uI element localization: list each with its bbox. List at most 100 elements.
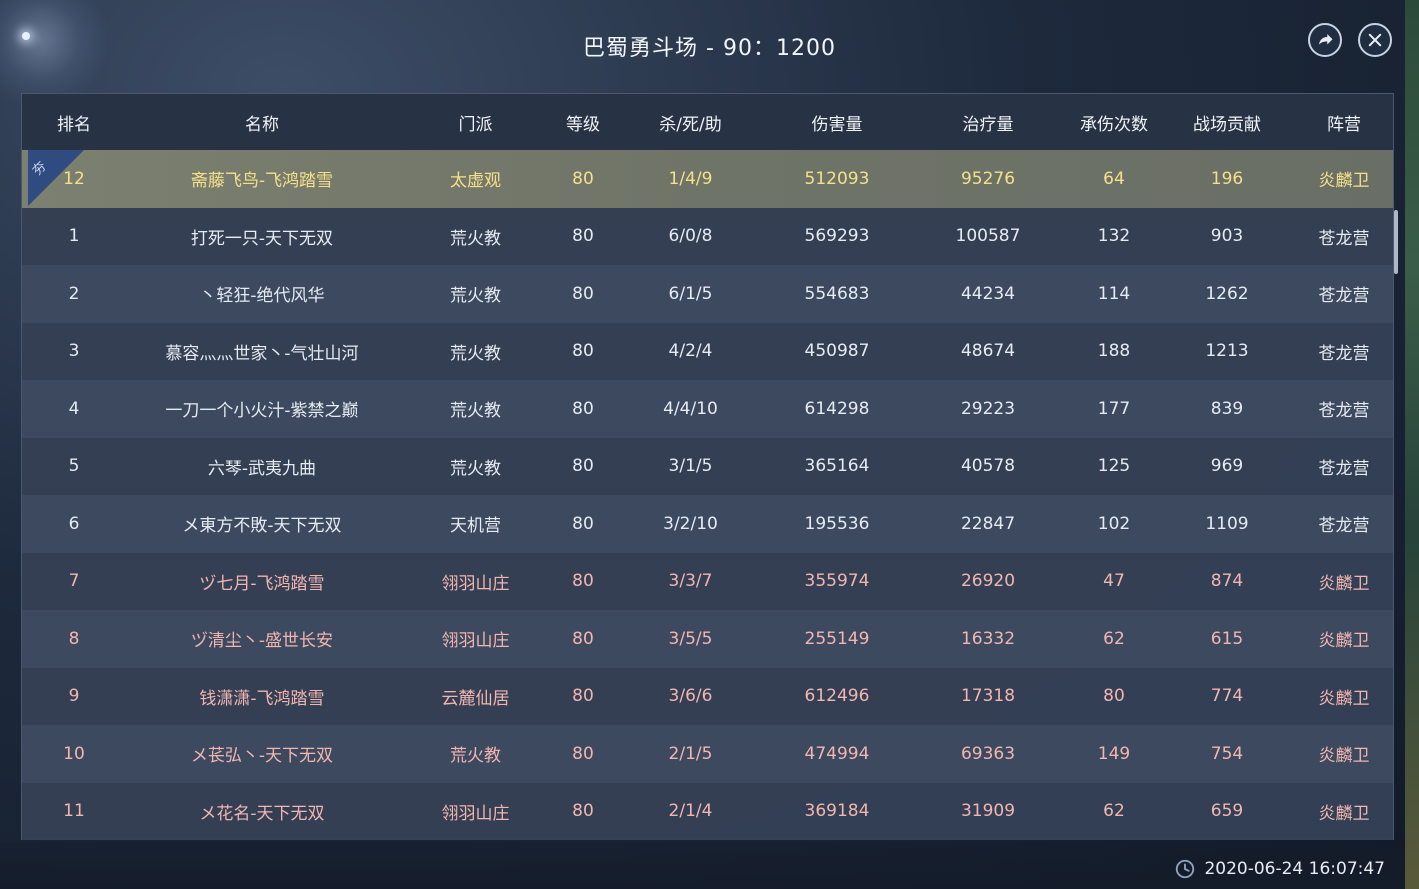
cell-kda: 6/1/5 bbox=[668, 283, 713, 304]
cell-heal: 31909 bbox=[960, 801, 1016, 822]
cell-heal: 26920 bbox=[960, 571, 1016, 592]
cell-rank: 2 bbox=[68, 283, 80, 304]
cell-camp: 苍龙营 bbox=[1318, 343, 1370, 364]
table-row[interactable]: 1 打死一只-天下无双 荒火教 80 6/0/8 569293 100587 132 903 苍龙… bbox=[22, 207, 1393, 265]
cell-damage: 612496 bbox=[804, 686, 870, 707]
cell-heal: 22847 bbox=[960, 513, 1016, 534]
header-rank[interactable]: 排名 bbox=[22, 110, 126, 135]
cell-kda: 2/1/5 bbox=[668, 743, 713, 764]
header-damage[interactable]: 伤害量 bbox=[768, 110, 906, 135]
cell-level: 80 bbox=[572, 571, 594, 592]
cell-sect: 太虚观 bbox=[450, 171, 501, 192]
cell-damage: 255149 bbox=[804, 628, 870, 649]
header-hits-taken[interactable]: 承伤次数 bbox=[1070, 110, 1158, 135]
cell-kda: 3/2/10 bbox=[663, 513, 718, 534]
clock-icon bbox=[1176, 859, 1195, 879]
cell-sect: 云麓仙居 bbox=[441, 688, 510, 709]
scrollbar-thumb[interactable] bbox=[1394, 210, 1398, 274]
close-button[interactable] bbox=[1358, 23, 1392, 57]
cell-heal: 100587 bbox=[955, 226, 1021, 247]
cell-name: 慕容灬灬世家丶-气壮山河 bbox=[165, 343, 359, 364]
cell-damage: 450987 bbox=[804, 341, 870, 362]
cell-sect: 荒火教 bbox=[450, 286, 501, 307]
timestamp-area: 2020-06-24 16:07:47 bbox=[1174, 858, 1385, 880]
header-contribution[interactable]: 战场贡献 bbox=[1158, 110, 1296, 135]
cell-name: ヅ清尘丶-盛世长安 bbox=[190, 631, 334, 652]
cell-hits-taken: 114 bbox=[1097, 283, 1131, 304]
table-row[interactable]: 7 ヅ七月-飞鸿踏雪 翎羽山庄 80 3/3/7 355974 26920 47 874 炎麟卫 bbox=[22, 552, 1393, 610]
cell-heal: 95276 bbox=[960, 168, 1016, 189]
cell-level: 80 bbox=[572, 686, 594, 707]
cell-rank: 9 bbox=[68, 686, 80, 707]
cell-contribution: 754 bbox=[1210, 743, 1244, 764]
table-row[interactable]: 6 メ東方不敗-天下无双 天机营 80 3/2/10 195536 22847 102 1109… bbox=[22, 495, 1393, 553]
cell-hits-taken: 62 bbox=[1103, 801, 1125, 822]
cell-rank: 5 bbox=[68, 456, 80, 477]
cell-name: 钱潇潇-飞鸿踏雪 bbox=[199, 688, 325, 709]
table-row[interactable]: 10 メ苌弘丶-天下无双 荒火教 80 2/1/5 474994 69363 149 754 炎麟… bbox=[22, 725, 1393, 783]
header-name[interactable]: 名称 bbox=[126, 110, 398, 135]
cell-name: 六琴-武夷九曲 bbox=[207, 458, 317, 479]
table-row-self[interactable]: 夯 12 斋藤飞鸟-飞鸿踏雪 太虚观 80 1/4/9 512093 95276 64 196 炎麟… bbox=[22, 150, 1393, 208]
cell-contribution: 1262 bbox=[1205, 283, 1249, 304]
cell-rank: 6 bbox=[68, 513, 80, 534]
cell-rank: 3 bbox=[68, 341, 80, 362]
background-edge bbox=[1405, 0, 1419, 889]
cell-level: 80 bbox=[572, 743, 594, 764]
cell-damage: 474994 bbox=[804, 743, 870, 764]
cell-hits-taken: 149 bbox=[1097, 743, 1131, 764]
cell-level: 80 bbox=[572, 513, 594, 534]
cell-contribution: 874 bbox=[1210, 571, 1244, 592]
cell-sect: 翎羽山庄 bbox=[441, 573, 510, 594]
cell-sect: 荒火教 bbox=[450, 458, 501, 479]
cell-hits-taken: 64 bbox=[1103, 168, 1125, 189]
cell-damage: 365164 bbox=[804, 456, 870, 477]
cell-heal: 44234 bbox=[960, 283, 1016, 304]
header-kda[interactable]: 杀/死/助 bbox=[613, 110, 768, 135]
cell-rank: 4 bbox=[68, 398, 80, 419]
header-camp[interactable]: 阵营 bbox=[1296, 110, 1392, 135]
table-row[interactable]: 3 慕容灬灬世家丶-气壮山河 荒火教 80 4/2/4 450987 48674 188 121… bbox=[22, 322, 1393, 380]
cell-damage: 512093 bbox=[804, 168, 870, 189]
cell-name: 丶轻狂-绝代风华 bbox=[199, 286, 325, 307]
table-row[interactable]: 9 钱潇潇-飞鸿踏雪 云麓仙居 80 3/6/6 612496 17318 80 774 炎麟卫 bbox=[22, 667, 1393, 725]
scoreboard-panel: 排名 名称 门派 等级 杀/死/助 伤害量 治疗量 承伤次数 战场贡献 阵营 夯… bbox=[21, 93, 1394, 840]
timestamp: 2020-06-24 16:07:47 bbox=[1204, 859, 1385, 879]
header-heal[interactable]: 治疗量 bbox=[906, 110, 1070, 135]
cell-camp: 炎麟卫 bbox=[1318, 631, 1370, 652]
cell-contribution: 839 bbox=[1210, 398, 1244, 419]
close-icon bbox=[1368, 33, 1382, 47]
cell-contribution: 969 bbox=[1210, 456, 1244, 477]
cell-contribution: 774 bbox=[1210, 686, 1244, 707]
cell-kda: 3/3/7 bbox=[668, 571, 713, 592]
table-row[interactable]: 5 六琴-武夷九曲 荒火教 80 3/1/5 365164 40578 125 969 苍龙营 bbox=[22, 437, 1393, 495]
share-button[interactable] bbox=[1308, 23, 1342, 57]
cell-hits-taken: 132 bbox=[1097, 226, 1131, 247]
cell-level: 80 bbox=[572, 398, 594, 419]
table-row[interactable]: 2 丶轻狂-绝代风华 荒火教 80 6/1/5 554683 44234 114 1262 苍龙营 bbox=[22, 265, 1393, 323]
table-row[interactable]: 11 メ花名-天下无双 翎羽山庄 80 2/1/4 369184 31909 62 659 炎麟卫 bbox=[22, 782, 1393, 840]
table-row[interactable]: 4 一刀一个小火汁-紫禁之巅 荒火教 80 4/4/10 614298 29223 177 83… bbox=[22, 380, 1393, 438]
cell-damage: 195536 bbox=[804, 513, 870, 534]
header-sect[interactable]: 门派 bbox=[398, 110, 553, 135]
cell-rank: 10 bbox=[63, 743, 85, 764]
cell-heal: 40578 bbox=[960, 456, 1016, 477]
cell-level: 80 bbox=[572, 168, 594, 189]
table-body: 夯 12 斋藤飞鸟-飞鸿踏雪 太虚观 80 1/4/9 512093 95276 64 196 炎麟… bbox=[22, 150, 1393, 840]
cell-heal: 48674 bbox=[960, 341, 1016, 362]
header-level[interactable]: 等级 bbox=[553, 110, 613, 135]
cell-sect: 荒火教 bbox=[450, 343, 501, 364]
cell-rank: 11 bbox=[63, 801, 85, 822]
cell-hits-taken: 188 bbox=[1097, 341, 1131, 362]
cell-level: 80 bbox=[572, 628, 594, 649]
cell-heal: 29223 bbox=[960, 398, 1016, 419]
cell-camp: 炎麟卫 bbox=[1318, 573, 1370, 594]
cell-sect: 荒火教 bbox=[450, 746, 501, 767]
cell-camp: 苍龙营 bbox=[1318, 228, 1370, 249]
cell-rank: 7 bbox=[68, 571, 80, 592]
table-row[interactable]: 8 ヅ清尘丶-盛世长安 翎羽山庄 80 3/5/5 255149 16332 62 615 炎麟卫 bbox=[22, 610, 1393, 668]
cell-name: ヅ七月-飞鸿踏雪 bbox=[199, 573, 325, 594]
cell-name: 一刀一个小火汁-紫禁之巅 bbox=[165, 401, 359, 422]
cell-contribution: 196 bbox=[1210, 168, 1244, 189]
cell-rank: 8 bbox=[68, 628, 80, 649]
